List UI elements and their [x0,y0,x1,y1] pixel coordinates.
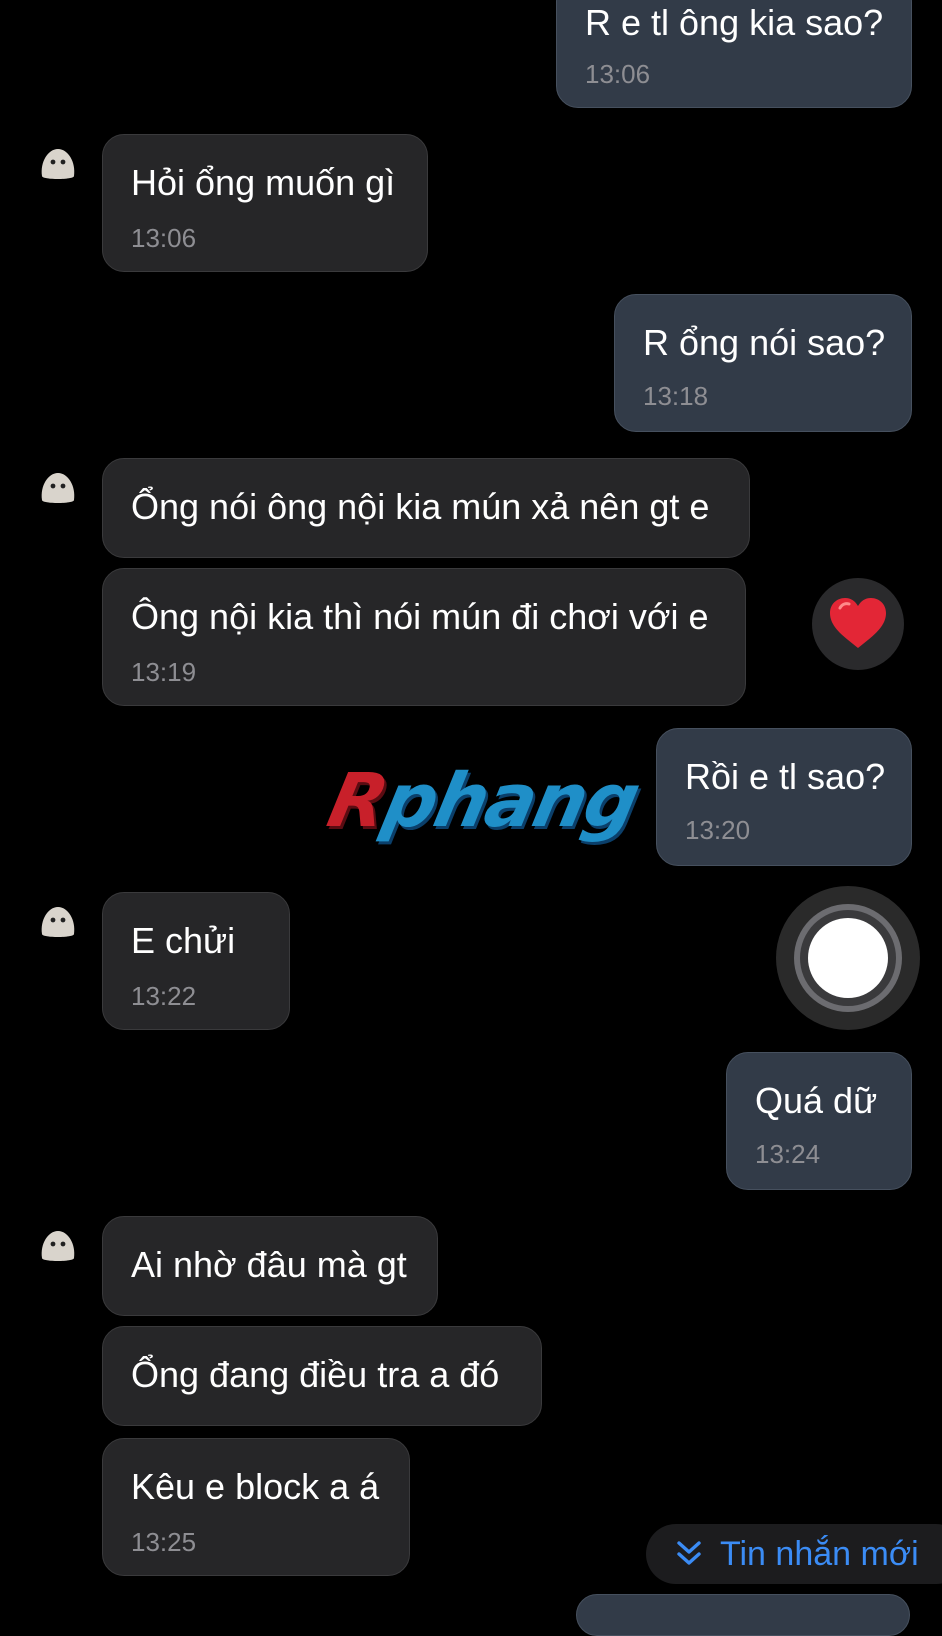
message-time: 13:06 [585,59,651,89]
message-incoming[interactable]: Ai nhờ đâu mà gt [102,1216,438,1316]
contact-avatar-icon[interactable] [38,470,78,506]
new-messages-label: Tin nhắn mới [720,1535,919,1573]
message-outgoing[interactable]: R e tl ông kia sao? 13:06 [556,0,912,108]
message-text: Rồi e tl sao? [685,756,886,797]
message-incoming[interactable]: Ổng nói ông nội kia mún xả nên gt e [102,458,750,558]
message-outgoing[interactable]: R ổng nói sao? 13:18 [614,294,912,432]
message-time: 13:20 [685,815,751,845]
message-text: E chửi [131,920,236,961]
message-text: Kêu e block a á [131,1466,380,1507]
message-incoming[interactable]: Hỏi ổng muốn gì 13:06 [102,134,428,272]
message-time: 13:06 [131,223,197,253]
message-text: Ai nhờ đâu mà gt [131,1244,407,1285]
message-incoming[interactable]: Kêu e block a á 13:25 [102,1438,410,1576]
heart-icon [830,598,886,648]
message-text: Ông nội kia thì nói mún đi chơi với e [131,596,709,637]
watermark-logo: Rphang [320,758,646,844]
message-time: 13:22 [131,981,197,1011]
record-button[interactable] [776,886,920,1030]
message-time: 13:25 [131,1527,197,1557]
message-outgoing-partial[interactable] [576,1594,910,1636]
message-text: R ổng nói sao? [643,322,886,363]
message-incoming[interactable]: Ông nội kia thì nói mún đi chơi với e 13… [102,568,746,706]
reaction-badge[interactable] [812,578,904,670]
message-time: 13:18 [643,381,709,411]
message-time: 13:19 [131,657,197,687]
message-text: Hỏi ổng muốn gì [131,162,396,203]
double-chevron-down-icon [677,1541,701,1565]
contact-avatar-icon[interactable] [38,904,78,940]
new-messages-button[interactable]: Tin nhắn mới [646,1524,942,1584]
message-text: Quá dữ [755,1080,878,1121]
message-text: R e tl ông kia sao? [585,2,884,43]
message-incoming[interactable]: E chửi 13:22 [102,892,290,1030]
contact-avatar-icon[interactable] [38,1228,78,1264]
message-text: Ổng đang điều tra a đó [131,1354,500,1395]
record-circle-icon [808,918,888,998]
message-text: Ổng nói ông nội kia mún xả nên gt e [131,486,710,527]
message-outgoing[interactable]: Rồi e tl sao? 13:20 [656,728,912,866]
contact-avatar-icon[interactable] [38,146,78,182]
message-incoming[interactable]: Ổng đang điều tra a đó [102,1326,542,1426]
message-time: 13:24 [755,1139,821,1169]
message-outgoing[interactable]: Quá dữ 13:24 [726,1052,912,1190]
